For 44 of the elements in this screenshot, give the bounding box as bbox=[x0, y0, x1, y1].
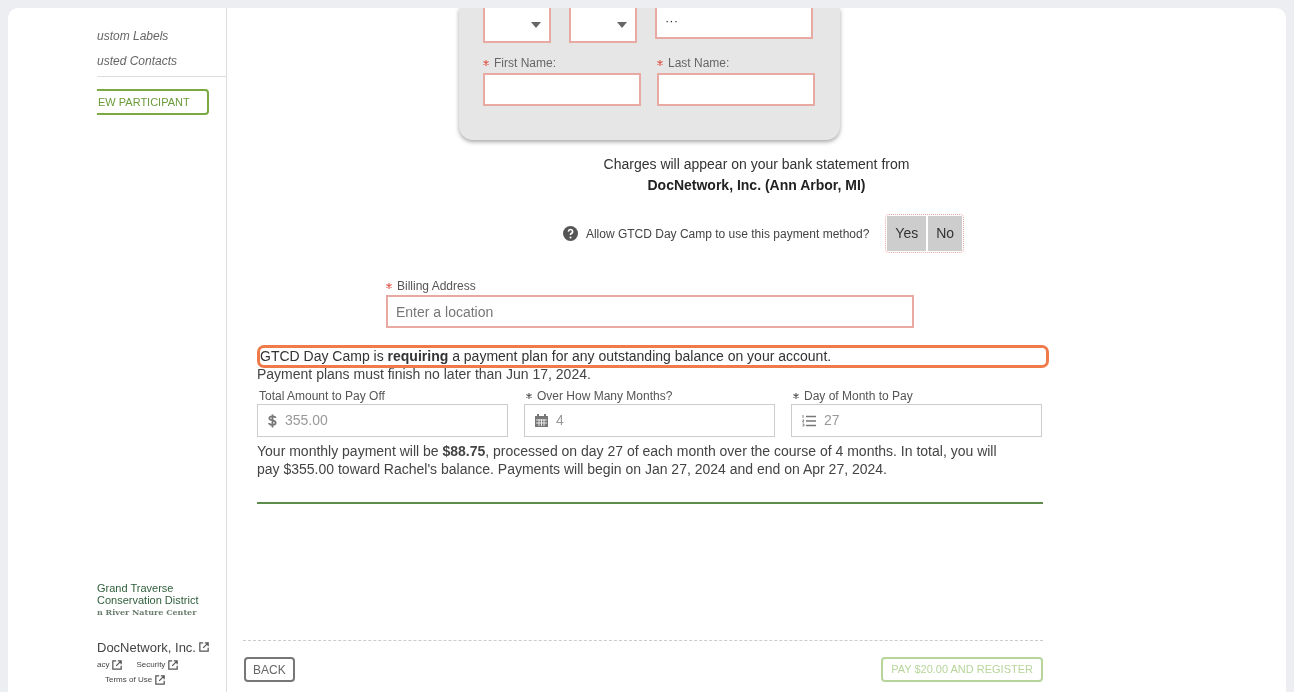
caret-icon bbox=[531, 21, 541, 28]
sidebar-item[interactable]: usted Contacts bbox=[97, 49, 226, 74]
field-label: Day of Month to Pay bbox=[804, 387, 913, 405]
sidebar-item[interactable]: ustom Labels bbox=[97, 24, 226, 49]
toggle-option[interactable]: No bbox=[926, 216, 963, 251]
back-button[interactable]: BACK bbox=[244, 657, 295, 682]
external-link-icon bbox=[199, 642, 209, 653]
external-link-icon bbox=[155, 675, 166, 685]
help-icon bbox=[562, 226, 578, 241]
logo-text: Conservation District bbox=[97, 593, 200, 606]
select-field[interactable] bbox=[483, 8, 551, 43]
dollar-icon bbox=[268, 413, 277, 428]
input-field[interactable] bbox=[483, 73, 641, 106]
field-label: Last Name: bbox=[668, 55, 730, 72]
field-label: Total Amount to Pay Off bbox=[259, 387, 385, 405]
footer-link[interactable]: Security bbox=[136, 659, 166, 671]
external-link-icon bbox=[168, 660, 179, 670]
numbered-list-icon bbox=[802, 414, 816, 427]
payment-plan-notice: GTCD Day Camp is requiring a payment plan for any outstanding balance on your account. bbox=[257, 345, 1049, 368]
permission-question: Allow GTCD Day Camp to use this payment method? bbox=[585, 225, 870, 243]
footer-link[interactable]: acy bbox=[97, 659, 110, 671]
input-field[interactable] bbox=[657, 73, 815, 106]
company-link[interactable]: DocNetwork, Inc. bbox=[97, 637, 196, 657]
caret-icon bbox=[617, 21, 627, 28]
bank-statement-text: Charges will appear on your bank statement from bbox=[603, 155, 910, 174]
field-label: Billing Address bbox=[397, 278, 476, 295]
merchant-name: DocNetwork, Inc. (Ann Arbor, MI) bbox=[647, 176, 866, 195]
billing-address-field[interactable]: Enter a location bbox=[386, 295, 914, 328]
field-label: Over How Many Months? bbox=[537, 387, 673, 405]
new-participant-button[interactable]: EW PARTICIPANT bbox=[97, 89, 209, 115]
field-label: First Name: bbox=[494, 55, 556, 72]
field-value: 27 bbox=[824, 411, 840, 430]
logo-text: Grand Traverse bbox=[97, 581, 175, 594]
field-value: 355.00 bbox=[285, 411, 328, 430]
calendar-icon bbox=[535, 414, 548, 427]
logo-tagline: n River Nature Center bbox=[97, 605, 198, 618]
toggle-option[interactable]: Yes bbox=[887, 216, 927, 251]
payment-summary: Your monthly payment will be $88.75, processed on day 27 of each month over the course of 4 months. In total, you will pay $355.00 toward Rachel's balance. Payments will begin on Jan 27, 2024 and end on Apr 27, 2024. bbox=[257, 442, 998, 478]
terms-link[interactable]: Terms of Use bbox=[105, 674, 153, 686]
deadline-text: Payment plans must finish no later than Jun 17, 2024. bbox=[257, 367, 592, 381]
input-field[interactable]: ··· bbox=[655, 8, 813, 39]
field-value: 4 bbox=[556, 411, 564, 430]
select-field[interactable] bbox=[569, 8, 637, 43]
external-link-icon bbox=[112, 660, 123, 670]
